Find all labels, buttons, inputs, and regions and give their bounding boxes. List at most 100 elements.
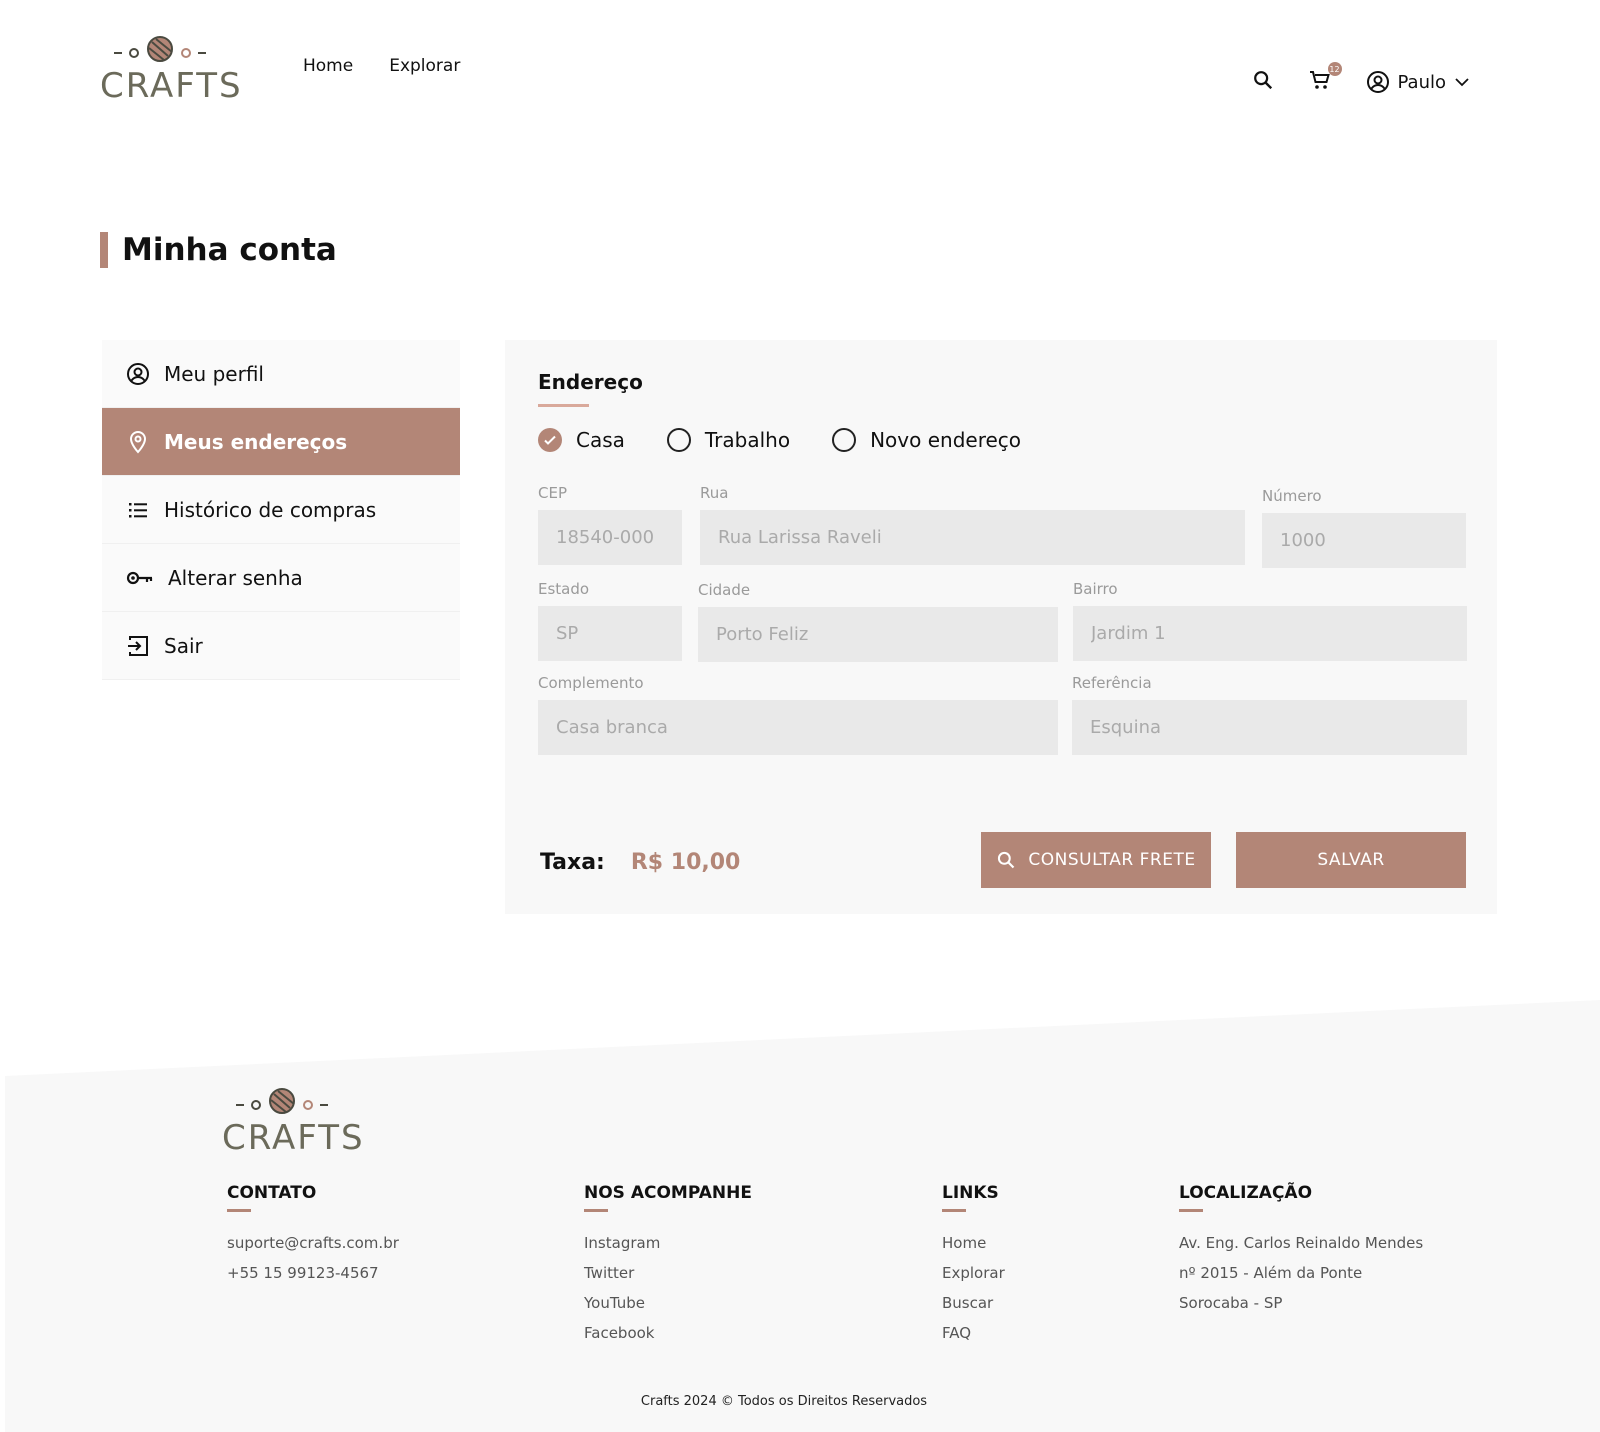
consultar-frete-label: CONSULTAR FRETE bbox=[1028, 850, 1196, 870]
cart-count-badge: 12 bbox=[1327, 62, 1342, 76]
radio-circle-icon bbox=[832, 428, 857, 452]
footer-heading: CONTATO bbox=[227, 1183, 317, 1203]
footer-link-faq[interactable]: FAQ bbox=[942, 1318, 1005, 1348]
yarn-ball-logo-icon bbox=[114, 36, 206, 62]
user-icon bbox=[1366, 71, 1389, 93]
user-name: Paulo bbox=[1397, 71, 1447, 93]
rua-input[interactable] bbox=[700, 510, 1245, 565]
bairro-input[interactable] bbox=[1073, 606, 1467, 661]
radio-circle-icon bbox=[666, 428, 691, 452]
title-accent-bar bbox=[100, 232, 108, 268]
search-icon bbox=[998, 851, 1015, 869]
radio-label: Trabalho bbox=[704, 428, 791, 452]
heading-underline bbox=[584, 1209, 608, 1212]
radio-label: Casa bbox=[576, 428, 625, 452]
header-actions: 12 Paulo bbox=[1252, 62, 1471, 96]
footer-logo[interactable]: CRAFTS bbox=[222, 1088, 363, 1158]
rua-label: Rua bbox=[700, 484, 729, 502]
rua-field: Rua bbox=[700, 484, 1245, 565]
complemento-field: Complemento bbox=[538, 674, 1058, 755]
user-menu[interactable]: Paulo bbox=[1366, 70, 1471, 94]
logout-icon bbox=[128, 635, 148, 656]
footer-link-home[interactable]: Home bbox=[942, 1228, 1005, 1258]
cidade-label: Cidade bbox=[698, 581, 751, 599]
sidebar-item-label: Histórico de compras bbox=[164, 497, 377, 522]
cidade-field: Cidade bbox=[698, 581, 1058, 662]
key-icon bbox=[126, 571, 153, 584]
sidebar-item-alterar-senha[interactable]: Alterar senha bbox=[102, 544, 460, 612]
address-line: Sorocaba - SP bbox=[1179, 1294, 1283, 1312]
crafts-logo[interactable]: CRAFTS bbox=[100, 36, 241, 106]
heading-underline bbox=[227, 1209, 251, 1212]
nav-explorar-link[interactable]: Explorar bbox=[389, 56, 460, 76]
radio-novo-endereco[interactable]: Novo endereço bbox=[832, 428, 1021, 452]
page-heading: Minha conta bbox=[122, 232, 337, 268]
page-title: Minha conta bbox=[100, 232, 337, 268]
shipping-fee: Taxa: R$ 10,00 bbox=[540, 850, 740, 875]
fee-label: Taxa: bbox=[540, 850, 605, 875]
cidade-input[interactable] bbox=[698, 607, 1058, 662]
sidebar-item-meus-enderecos[interactable]: Meus endereços bbox=[102, 408, 460, 476]
referencia-label: Referência bbox=[1072, 674, 1152, 692]
radio-trabalho[interactable]: Trabalho bbox=[666, 428, 791, 452]
footer-heading: NOS ACOMPANHE bbox=[584, 1183, 752, 1203]
bairro-field: Bairro bbox=[1073, 580, 1467, 661]
logo-text: CRAFTS bbox=[100, 66, 243, 106]
site-header: CRAFTS Home Explorar 12 Paulo bbox=[0, 0, 1600, 140]
footer-logo-text: CRAFTS bbox=[222, 1118, 365, 1158]
sidebar-item-historico[interactable]: Histórico de compras bbox=[102, 476, 460, 544]
contact-phone[interactable]: +55 15 99123-4567 bbox=[227, 1258, 399, 1288]
cep-label: CEP bbox=[538, 484, 567, 502]
social-youtube-link[interactable]: YouTube bbox=[584, 1288, 752, 1318]
bairro-label: Bairro bbox=[1073, 580, 1118, 598]
complemento-label: Complemento bbox=[538, 674, 644, 692]
radio-casa[interactable]: Casa bbox=[538, 428, 625, 452]
estado-label: Estado bbox=[538, 580, 590, 598]
social-facebook-link[interactable]: Facebook bbox=[584, 1318, 752, 1348]
sidebar-item-label: Meu perfil bbox=[164, 361, 264, 386]
address-line: Av. Eng. Carlos Reinaldo Mendes bbox=[1179, 1234, 1424, 1252]
numero-input[interactable] bbox=[1262, 513, 1466, 568]
salvar-button[interactable]: SALVAR bbox=[1236, 832, 1466, 888]
footer-contato: CONTATO suporte@crafts.com.br +55 15 991… bbox=[227, 1183, 399, 1288]
sidebar-item-label: Alterar senha bbox=[168, 565, 303, 590]
cep-field: CEP bbox=[538, 484, 682, 565]
heading-underline bbox=[1179, 1209, 1203, 1212]
address-line: nº 2015 - Além da Ponte bbox=[1179, 1264, 1363, 1282]
cep-input[interactable] bbox=[538, 510, 682, 565]
cart-button[interactable]: 12 bbox=[1308, 62, 1342, 96]
account-sidebar: Meu perfil Meus endereços Histórico de c… bbox=[102, 340, 460, 680]
estado-field: Estado bbox=[538, 580, 682, 661]
consultar-frete-button[interactable]: CONSULTAR FRETE bbox=[981, 832, 1211, 888]
sidebar-item-sair[interactable]: Sair bbox=[102, 612, 460, 680]
nav-home-link[interactable]: Home bbox=[303, 56, 353, 76]
estado-input[interactable] bbox=[538, 606, 682, 661]
address-type-options: Casa Trabalho Novo endereço bbox=[538, 428, 1063, 452]
referencia-field: Referência bbox=[1072, 674, 1467, 755]
sidebar-item-label: Meus endereços bbox=[164, 429, 348, 454]
copyright-text: Crafts 2024 © Todos os Direitos Reservad… bbox=[640, 1394, 928, 1409]
footer-link-buscar[interactable]: Buscar bbox=[942, 1288, 1005, 1318]
chevron-down-icon bbox=[1455, 78, 1469, 87]
footer-links: LINKS Home Explorar Buscar FAQ bbox=[942, 1183, 1005, 1348]
social-instagram-link[interactable]: Instagram bbox=[584, 1228, 752, 1258]
location-pin-icon bbox=[129, 430, 147, 453]
check-circle-icon bbox=[538, 428, 562, 452]
footer-link-explorar[interactable]: Explorar bbox=[942, 1258, 1005, 1288]
heading-underline bbox=[942, 1209, 966, 1212]
main-nav: Home Explorar bbox=[303, 56, 460, 76]
yarn-ball-logo-icon bbox=[236, 1088, 328, 1114]
complemento-input[interactable] bbox=[538, 700, 1058, 755]
fee-value: R$ 10,00 bbox=[630, 850, 741, 875]
footer-localizacao: LOCALIZAÇÃO Av. Eng. Carlos Reinaldo Men… bbox=[1179, 1183, 1423, 1318]
referencia-input[interactable] bbox=[1072, 700, 1467, 755]
numero-label: Número bbox=[1262, 487, 1322, 505]
radio-label: Novo endereço bbox=[870, 428, 1022, 452]
search-icon[interactable] bbox=[1252, 69, 1274, 95]
title-underline bbox=[538, 404, 589, 407]
sidebar-item-meu-perfil[interactable]: Meu perfil bbox=[102, 340, 460, 408]
social-twitter-link[interactable]: Twitter bbox=[584, 1258, 752, 1288]
contact-email[interactable]: suporte@crafts.com.br bbox=[227, 1228, 399, 1258]
list-icon bbox=[129, 502, 147, 517]
footer-heading: LINKS bbox=[942, 1183, 999, 1203]
